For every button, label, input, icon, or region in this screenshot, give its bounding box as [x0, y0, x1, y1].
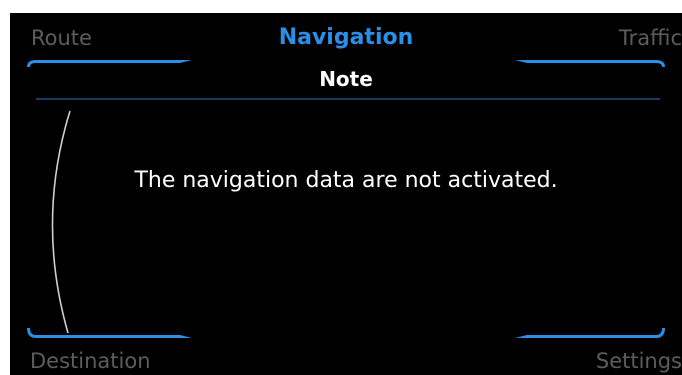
dialog-message: The navigation data are not activated. [134, 168, 558, 193]
bottom-left-bracket [27, 328, 192, 338]
infotainment-screen: Route Navigation Traffic Note The naviga… [10, 13, 682, 375]
bottom-right-bracket [515, 328, 665, 338]
settings-softkey[interactable]: Settings [596, 351, 682, 372]
traffic-softkey[interactable]: Traffic [619, 28, 682, 49]
top-left-bracket [27, 60, 192, 67]
top-right-bracket [515, 60, 665, 67]
dialog-title: Note [319, 67, 373, 91]
destination-softkey[interactable]: Destination [30, 351, 151, 372]
navigation-title: Navigation [278, 25, 414, 50]
scroll-arc [51, 110, 71, 334]
